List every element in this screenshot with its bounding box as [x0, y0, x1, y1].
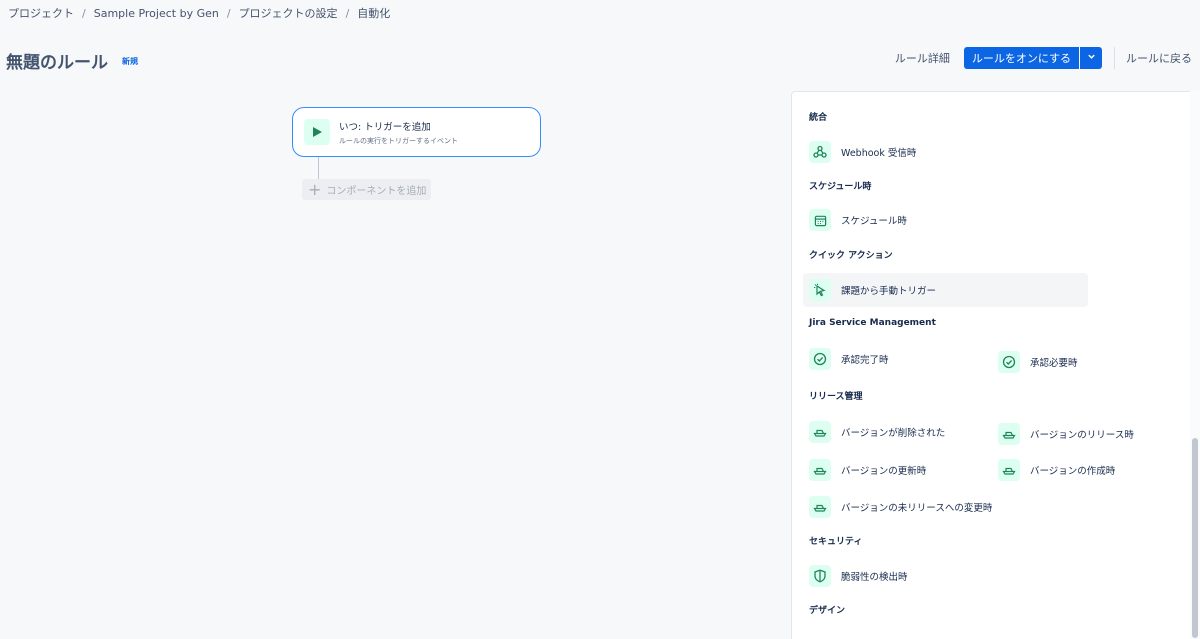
trigger-version-updated[interactable]: バージョンの更新時	[809, 458, 926, 482]
title-row: 無題のルール 新規	[6, 48, 138, 73]
trigger-approval-required[interactable]: 承認必要時	[998, 350, 1078, 374]
trigger-vulnerability-label: 脆弱性の検出時	[841, 572, 908, 583]
section-quick-actions: クイック アクション	[809, 251, 893, 261]
breadcrumb-separator: /	[226, 6, 231, 20]
section-integration: 統合	[809, 113, 828, 123]
section-security: セキュリティ	[809, 537, 863, 547]
rule-canvas: いつ: トリガーを追加 ルールの実行をトリガーするイベント + コンポーネントを…	[0, 88, 790, 639]
trigger-approval-completed[interactable]: 承認完了時	[809, 347, 889, 371]
trigger-schedule[interactable]: スケジュール時	[809, 208, 907, 232]
divider	[1114, 47, 1115, 69]
trigger-manual[interactable]: 課題から手動トリガー	[803, 273, 1088, 307]
trigger-text: いつ: トリガーを追加 ルールの実行をトリガーするイベント	[339, 119, 458, 146]
webhook-icon	[809, 141, 831, 163]
breadcrumb-separator: /	[345, 6, 350, 20]
trigger-schedule-label: スケジュール時	[841, 216, 907, 227]
add-component-button[interactable]: + コンポーネントを追加	[302, 179, 431, 200]
ship-icon	[998, 459, 1020, 481]
breadcrumb-automation[interactable]: 自動化	[357, 5, 390, 21]
cursor-click-icon	[809, 279, 831, 301]
trigger-version-unreleased[interactable]: バージョンの未リリースへの変更時	[809, 495, 992, 519]
back-to-rules-button[interactable]: ルールに戻る	[1126, 50, 1192, 66]
trigger-version-released-label: バージョンのリリース時	[1030, 430, 1134, 441]
rule-details-button[interactable]: ルール詳細	[895, 50, 950, 66]
section-jsm: Jira Service Management	[809, 318, 936, 328]
trigger-subtitle: ルールの実行をトリガーするイベント	[339, 136, 458, 145]
trigger-webhook-label: Webhook 受信時	[841, 148, 917, 159]
trigger-approval-completed-label: 承認完了時	[841, 355, 889, 366]
section-schedule: スケジュール時	[809, 182, 872, 192]
new-badge: 新規	[122, 57, 138, 66]
trigger-vulnerability[interactable]: 脆弱性の検出時	[809, 564, 908, 588]
check-circle-icon	[998, 351, 1020, 373]
trigger-version-unreleased-label: バージョンの未リリースへの変更時	[841, 503, 993, 514]
breadcrumb-separator: /	[82, 6, 86, 20]
trigger-version-created[interactable]: バージョンの作成時	[998, 458, 1115, 482]
turn-on-dropdown-button[interactable]	[1080, 47, 1102, 69]
header-actions: ルール詳細 ルールをオンにする ルールに戻る	[895, 47, 1192, 69]
calendar-icon	[809, 209, 831, 231]
trigger-version-released[interactable]: バージョンのリリース時	[998, 422, 1134, 446]
plus-icon: +	[308, 179, 322, 199]
trigger-approval-required-label: 承認必要時	[1030, 358, 1078, 369]
breadcrumb-project-settings[interactable]: プロジェクトの設定	[239, 5, 338, 21]
page-title[interactable]: 無題のルール	[6, 48, 108, 73]
turn-on-rule-button[interactable]: ルールをオンにする	[963, 47, 1079, 69]
ship-icon	[809, 459, 831, 481]
trigger-version-updated-label: バージョンの更新時	[841, 466, 927, 477]
trigger-version-deleted[interactable]: バージョンが削除された	[809, 420, 945, 444]
connector-line	[318, 157, 319, 179]
chevron-down-icon	[1087, 54, 1095, 59]
check-circle-icon	[809, 348, 831, 370]
breadcrumb-projects[interactable]: プロジェクト	[8, 5, 74, 21]
panel-scrollbar-thumb[interactable]	[1192, 438, 1198, 638]
trigger-picker-panel: 統合 Webhook 受信時 スケジュール時 スケジュール時 クイック アクショ…	[791, 91, 1190, 639]
breadcrumb: プロジェクト / Sample Project by Gen / プロジェクトの…	[8, 5, 390, 21]
shield-icon	[809, 565, 831, 587]
trigger-manual-label: 課題から手動トリガー	[841, 286, 937, 297]
breadcrumb-project[interactable]: Sample Project by Gen	[94, 7, 219, 20]
add-component-label: コンポーネントを追加	[326, 186, 427, 197]
trigger-version-deleted-label: バージョンが削除された	[841, 428, 946, 439]
trigger-card[interactable]: いつ: トリガーを追加 ルールの実行をトリガーするイベント	[292, 107, 541, 157]
turn-on-group: ルールをオンにする	[963, 47, 1102, 69]
ship-icon	[998, 423, 1020, 445]
play-icon	[304, 119, 330, 145]
section-design: デザイン	[809, 606, 846, 616]
ship-icon	[809, 421, 831, 443]
trigger-version-created-label: バージョンの作成時	[1030, 466, 1116, 477]
section-release: リリース管理	[809, 392, 863, 402]
trigger-title: いつ: トリガーを追加	[339, 121, 431, 133]
trigger-webhook[interactable]: Webhook 受信時	[809, 140, 916, 164]
ship-icon	[809, 496, 831, 518]
